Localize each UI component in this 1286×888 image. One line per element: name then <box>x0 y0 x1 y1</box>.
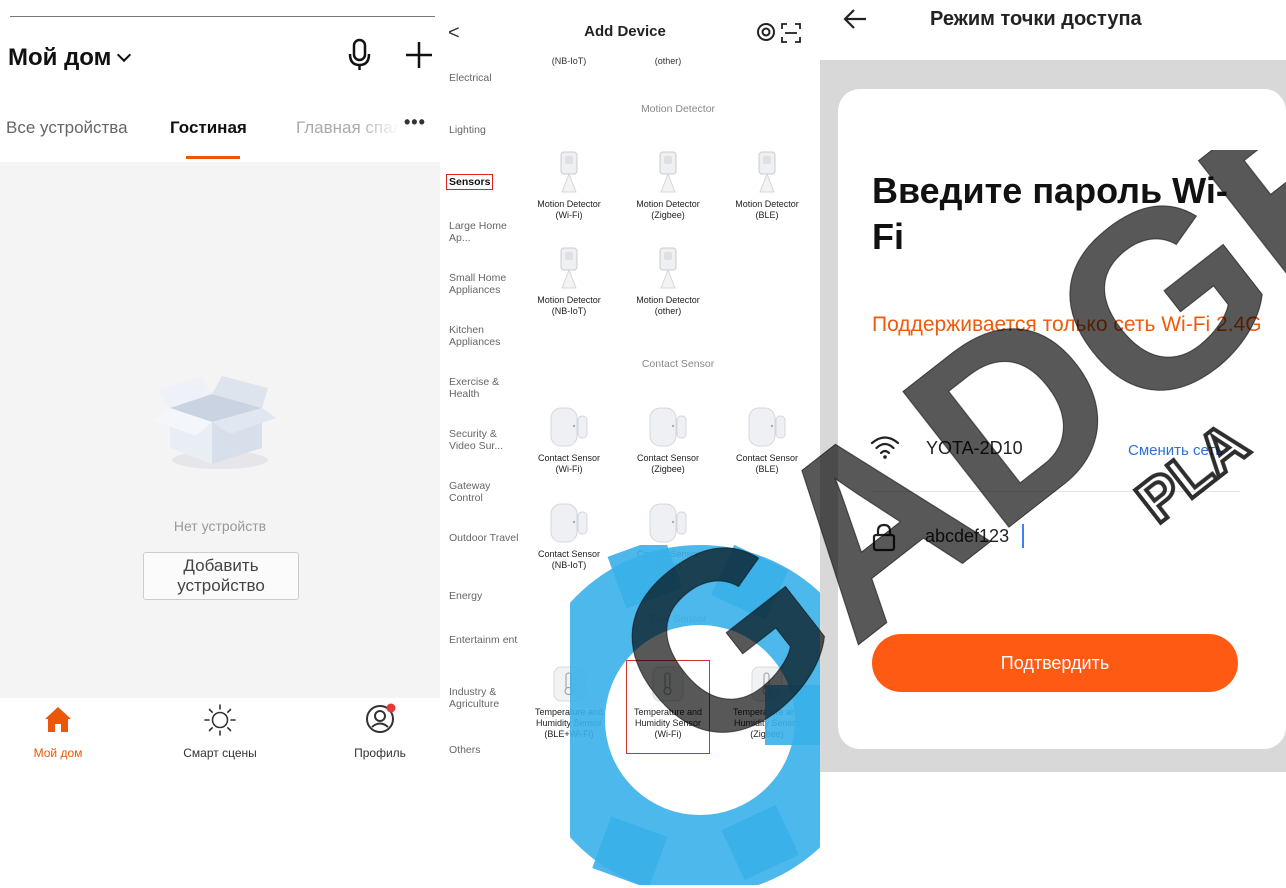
text-cursor <box>1022 524 1024 548</box>
motion-sensor-icon <box>560 247 578 289</box>
category-electrical[interactable]: Electrical <box>449 72 521 84</box>
device-motion-zigbee[interactable]: Motion Detector (Zigbee) <box>623 150 713 221</box>
device-contact-wifi[interactable]: Contact Sensor (Wi-Fi) <box>524 404 614 475</box>
contact-sensor-icon <box>649 407 687 447</box>
category-gateway-control[interactable]: Gateway Control <box>449 480 521 504</box>
category-industry-agriculture[interactable]: Industry & Agriculture <box>449 686 521 710</box>
section-motion-detector: Motion Detector <box>640 103 716 115</box>
password-input[interactable] <box>925 526 1125 547</box>
category-outdoor-travel[interactable]: Outdoor Travel <box>449 532 521 544</box>
device-name: Motion Detector <box>735 199 799 209</box>
nav-label: Мой дом <box>33 746 83 760</box>
motion-sensor-icon <box>659 247 677 289</box>
add-device-label: Добавить устройство <box>177 556 265 595</box>
category-large-home-appliances[interactable]: Large Home Ap... <box>449 220 521 244</box>
active-tab-indicator <box>186 156 240 159</box>
device-name: Motion Detector <box>636 199 700 209</box>
category-energy[interactable]: Energy <box>449 590 521 602</box>
home-title: Мой дом <box>8 44 112 71</box>
device-motion-other[interactable]: Motion Detector (other) <box>623 246 713 317</box>
lock-icon <box>872 523 896 552</box>
device-motion-nbiot[interactable]: Motion Detector (NB-IoT) <box>524 246 614 317</box>
device-name: Contact Sensor <box>735 453 799 463</box>
contact-sensor-icon <box>649 503 687 543</box>
motion-sensor-icon <box>758 151 776 193</box>
wifi-icon <box>870 436 900 459</box>
tab-all-devices[interactable]: Все устройства <box>6 118 128 138</box>
category-sensors[interactable]: Sensors <box>446 174 494 190</box>
contact-sensor-icon <box>550 407 588 447</box>
page-title: Add Device <box>584 23 666 40</box>
motion-sensor-icon <box>560 151 578 193</box>
add-device-button[interactable]: Добавить устройство <box>143 552 299 600</box>
network-name: YOTA-2D10 <box>926 438 1023 458</box>
change-network-link[interactable]: Сменить сеть <box>1128 442 1223 459</box>
device-variant: (BLE) <box>755 464 779 474</box>
divider <box>872 491 1240 492</box>
device-variant: (Wi-Fi) <box>555 210 583 220</box>
device-name: Motion Detector <box>636 295 700 305</box>
home-icon <box>45 707 71 732</box>
device-variant: (Zigbee) <box>651 210 685 220</box>
nav-my-home[interactable]: Мой дом <box>0 698 118 760</box>
device-variant: (NB-IoT) <box>551 306 587 316</box>
empty-box-icon <box>152 376 276 469</box>
chevron-down-icon <box>117 47 132 63</box>
nav-label: Смарт сцены <box>183 746 257 760</box>
device-variant: (Zigbee) <box>651 464 685 474</box>
nav-label: Профиль <box>354 746 406 760</box>
device-label-partial: (NB-IoT) <box>551 56 587 66</box>
sun-icon <box>204 704 236 736</box>
category-security-video[interactable]: Security & Video Sur... <box>449 428 521 452</box>
section-contact-sensor: Contact Sensor <box>641 358 715 370</box>
tab-living-room[interactable]: Гостиная <box>170 118 247 138</box>
device-contact-ble[interactable]: Contact Sensor (BLE) <box>722 404 812 475</box>
wifi-band-notice: Поддерживается только сеть Wi-Fi 2.4G <box>872 313 1262 336</box>
device-name: Motion Detector <box>537 199 601 209</box>
device-name: Contact Sensor <box>636 453 700 463</box>
device-contact-zigbee[interactable]: Contact Sensor (Zigbee) <box>623 404 713 475</box>
tab-master-bedroom[interactable]: Главная спальня <box>296 118 400 138</box>
nav-smart-scenes[interactable]: Смарт сцены <box>160 698 280 760</box>
category-small-home-appliances[interactable]: Small Home Appliances <box>449 272 521 296</box>
bottom-navigation: Мой дом Смарт сцены Профиль <box>0 698 440 760</box>
card-heading: Введите пароль Wi-Fi <box>872 170 1228 257</box>
device-variant: (BLE) <box>755 210 779 220</box>
category-others[interactable]: Others <box>449 744 521 756</box>
device-name: Contact Sensor <box>537 453 601 463</box>
device-variant: (Wi-Fi) <box>555 464 583 474</box>
category-lighting[interactable]: Lighting <box>449 124 521 136</box>
category-exercise-health[interactable]: Exercise & Health <box>449 376 521 400</box>
confirm-button[interactable]: Подтвердить <box>872 634 1238 692</box>
gear-watermark-icon <box>570 545 830 885</box>
device-motion-ble[interactable]: Motion Detector (BLE) <box>722 150 812 221</box>
profile-icon <box>366 703 396 733</box>
empty-state-text: Нет устройств <box>173 518 267 534</box>
target-icon[interactable] <box>756 22 776 42</box>
microphone-icon[interactable] <box>348 38 372 72</box>
device-variant: (other) <box>654 306 682 316</box>
category-entertainment[interactable]: Entertainm ent <box>449 634 521 646</box>
home-screen: Мой дом Все устройства Гостиная Главная … <box>0 0 440 760</box>
contact-sensor-icon <box>748 407 786 447</box>
add-icon[interactable] <box>404 40 434 70</box>
home-selector[interactable]: Мой дом <box>8 44 132 72</box>
nav-profile[interactable]: Профиль <box>320 698 440 760</box>
device-motion-wifi[interactable]: Motion Detector (Wi-Fi) <box>524 150 614 221</box>
arrow-left-icon[interactable] <box>842 6 868 32</box>
page-title: Режим точки доступа <box>930 8 1142 30</box>
ap-mode-screen: Режим точки доступа Введите пароль Wi-Fi… <box>820 0 1286 888</box>
device-name: Motion Detector <box>537 295 601 305</box>
back-button[interactable]: < <box>448 22 460 45</box>
category-kitchen-appliances[interactable]: Kitchen Appliances <box>449 324 521 348</box>
status-divider <box>10 16 435 17</box>
device-label-partial: (other) <box>654 56 682 66</box>
more-tabs-button[interactable]: ••• <box>404 112 426 133</box>
contact-sensor-icon <box>550 503 588 543</box>
motion-sensor-icon <box>659 151 677 193</box>
scan-icon[interactable] <box>780 22 802 44</box>
